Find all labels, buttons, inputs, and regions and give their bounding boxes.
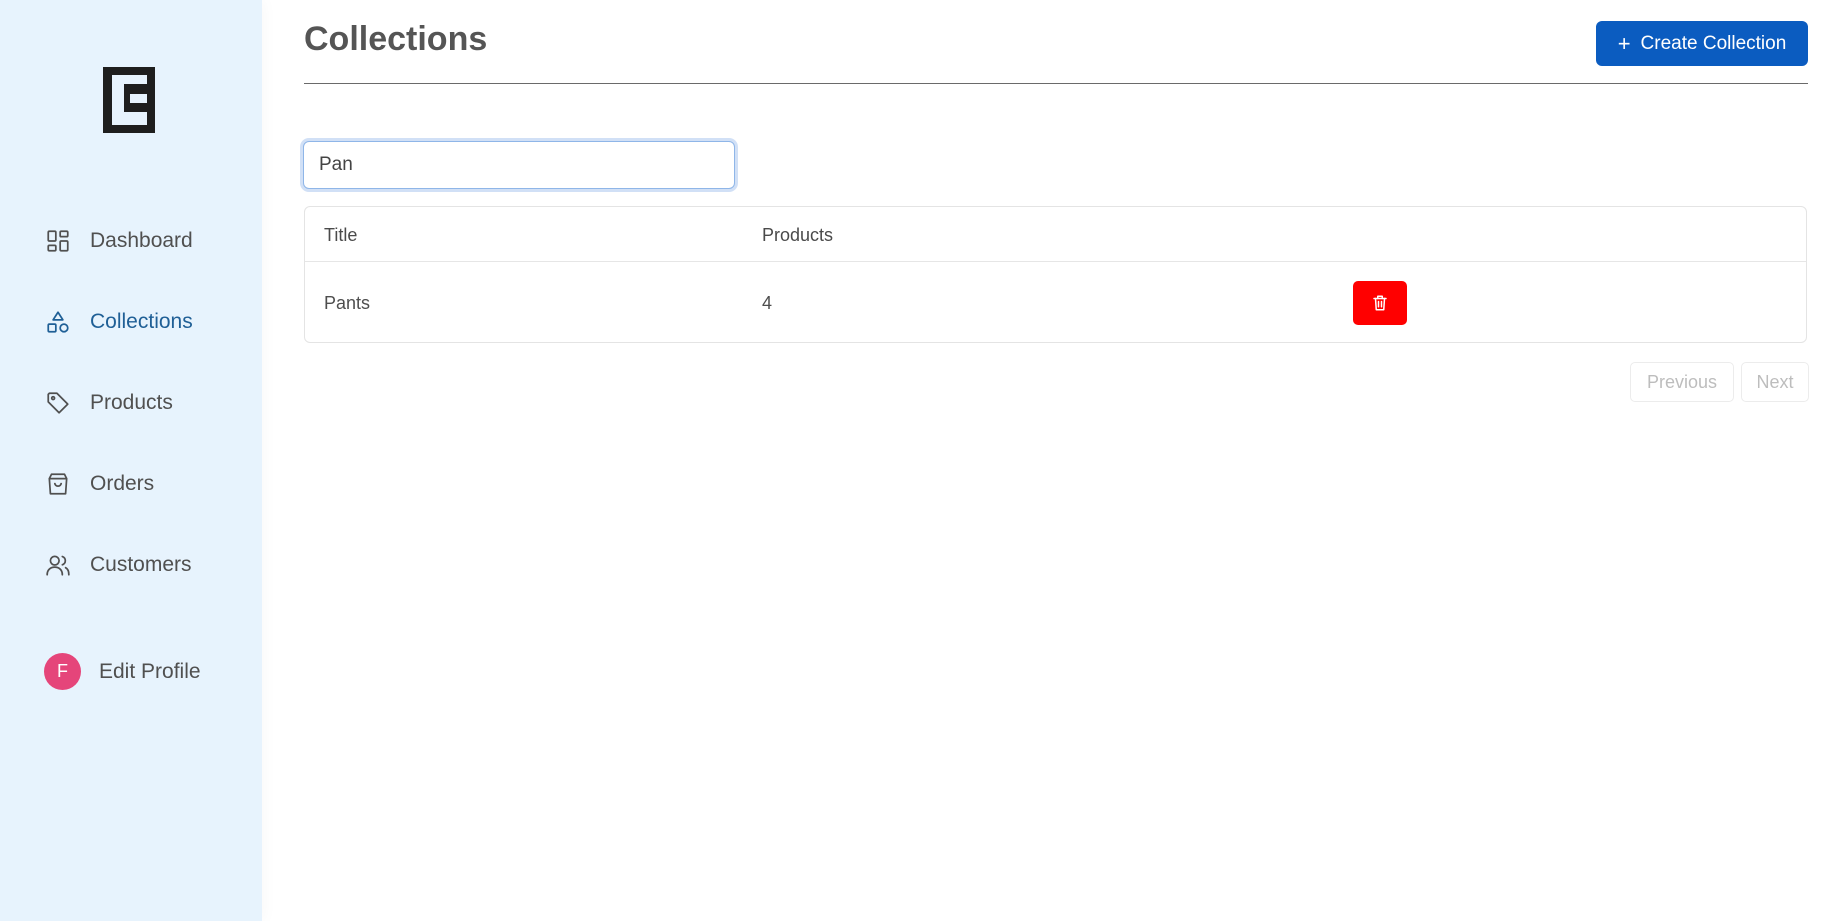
- trash-icon: [1373, 295, 1387, 311]
- app-root: Dashboard Collections Products Orders Cu…: [0, 0, 1846, 921]
- avatar: F: [44, 653, 81, 690]
- row-title: Pants: [324, 293, 371, 313]
- sidebar-item-dashboard[interactable]: Dashboard: [44, 221, 193, 261]
- pagination-previous-button[interactable]: Previous: [1630, 362, 1734, 402]
- brand-logo-icon[interactable]: [103, 67, 155, 133]
- sidebar-item-orders[interactable]: Orders: [44, 464, 154, 504]
- sidebar-item-products[interactable]: Products: [44, 383, 173, 423]
- sidebar-item-label: Products: [90, 391, 173, 414]
- shapes-icon: [44, 308, 72, 336]
- create-collection-label: Create Collection: [1640, 32, 1787, 54]
- create-collection-button[interactable]: + Create Collection: [1596, 21, 1808, 66]
- search-input[interactable]: [303, 141, 735, 189]
- sidebar-item-customers[interactable]: Customers: [44, 545, 192, 585]
- users-icon: [44, 551, 72, 579]
- delete-collection-button[interactable]: [1353, 281, 1407, 325]
- dashboard-grid-icon: [44, 227, 72, 255]
- title-divider: [304, 83, 1808, 84]
- sidebar-item-collections[interactable]: Collections: [44, 302, 193, 342]
- sidebar-item-label: Dashboard: [90, 229, 193, 252]
- edit-profile-label: Edit Profile: [99, 659, 201, 683]
- sidebar: Dashboard Collections Products Orders Cu…: [0, 0, 262, 921]
- page-title: Collections: [304, 20, 488, 58]
- sidebar-item-label: Orders: [90, 472, 155, 495]
- shopping-bag-icon: [44, 470, 72, 498]
- sidebar-item-label: Collections: [90, 310, 193, 333]
- column-header-title: Title: [324, 225, 358, 245]
- pagination-next-button[interactable]: Next: [1741, 362, 1809, 402]
- collections-table: Title Products Pants 4: [304, 206, 1807, 343]
- table-header-divider: [305, 261, 1806, 262]
- edit-profile-link[interactable]: F Edit Profile: [44, 653, 201, 690]
- tag-icon: [44, 389, 72, 417]
- plus-icon: +: [1617, 30, 1631, 56]
- column-header-products: Products: [762, 225, 834, 245]
- sidebar-item-label: Customers: [90, 553, 192, 576]
- row-products-count: 4: [762, 293, 773, 313]
